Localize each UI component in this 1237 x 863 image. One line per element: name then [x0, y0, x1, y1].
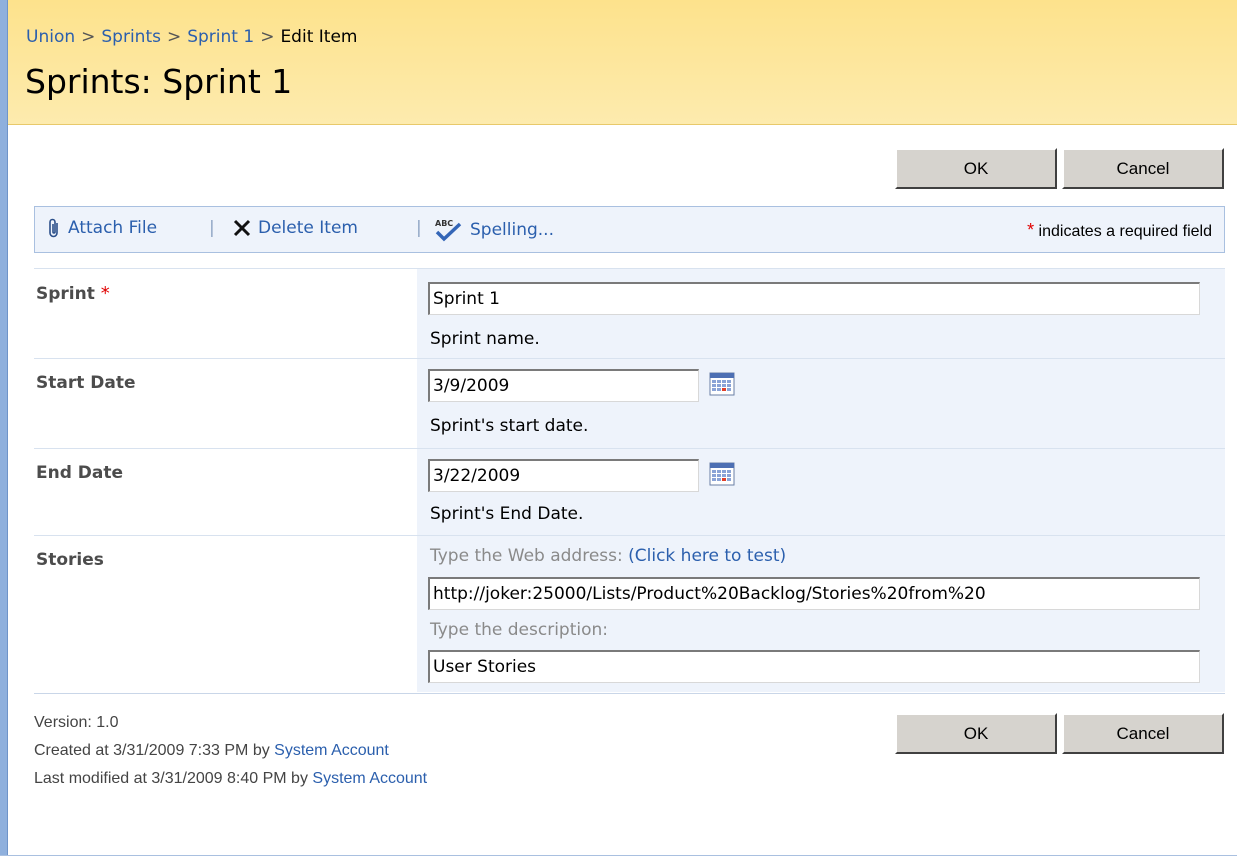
- sprint-label: Sprint: [36, 284, 95, 304]
- breadcrumb-link-sprints[interactable]: Sprints: [101, 27, 161, 47]
- breadcrumb-separator: >: [81, 27, 96, 47]
- label-cell: End Date: [34, 449, 417, 535]
- attach-file-label: Attach File: [68, 218, 158, 238]
- label-cell: Stories: [34, 536, 417, 692]
- end-date-help-text: Sprint's End Date.: [430, 504, 584, 524]
- label-cell: Start Date: [34, 359, 417, 448]
- field-label-sprint: Sprint *: [36, 283, 110, 304]
- calendar-icon[interactable]: [709, 371, 735, 397]
- footer-divider: [34, 693, 1225, 694]
- delete-item-button[interactable]: Delete Item: [233, 218, 358, 238]
- url-hint: Type the Web address: (Click here to tes…: [430, 546, 786, 566]
- breadcrumb-current: Edit Item: [280, 27, 358, 47]
- page-title: Sprints: Sprint 1: [25, 62, 293, 101]
- created-info: Created at 3/31/2009 7:33 PM by System A…: [34, 742, 389, 760]
- required-note-text: indicates a required field: [1034, 223, 1212, 240]
- start-date-input[interactable]: 3/9/2009: [428, 369, 699, 402]
- url-hint-text: Type the Web address:: [430, 546, 629, 566]
- label-cell: Sprint *: [34, 269, 417, 358]
- spelling-check-icon: ABC: [435, 219, 462, 242]
- stories-description-input[interactable]: User Stories: [428, 650, 1200, 683]
- form-row-end-date: End Date 3/22/2009 Sprint's End Date.: [34, 448, 1225, 535]
- created-text: Created at 3/31/2009 7:33 PM by: [34, 742, 275, 759]
- modified-info: Last modified at 3/31/2009 8:40 PM by Sy…: [34, 770, 427, 788]
- breadcrumb-separator: >: [166, 27, 182, 47]
- start-date-label: Start Date: [36, 373, 136, 393]
- modified-text: Last modified at 3/31/2009 8:40 PM by: [34, 770, 313, 787]
- form-row-stories: Stories Type the Web address: (Click her…: [34, 535, 1225, 692]
- spelling-label: Spelling...: [470, 220, 554, 240]
- test-url-link[interactable]: (Click here to test): [628, 546, 786, 566]
- form-toolbar: Attach File | Delete Item | ABC Spelling…: [34, 206, 1225, 253]
- sprint-help-text: Sprint name.: [430, 329, 540, 349]
- version-text: Version: 1.0: [34, 714, 119, 731]
- cancel-button-top[interactable]: Cancel: [1062, 148, 1224, 189]
- ok-button-top[interactable]: OK: [895, 148, 1057, 189]
- toolbar-separator: |: [209, 218, 215, 238]
- toolbar-separator: |: [416, 218, 422, 238]
- field-cell: 3/22/2009 Sprint's End Date.: [417, 449, 1225, 535]
- field-cell: Type the Web address: (Click here to tes…: [417, 536, 1225, 692]
- stories-label: Stories: [36, 550, 104, 570]
- required-star: *: [100, 283, 110, 304]
- cancel-button-bottom[interactable]: Cancel: [1062, 713, 1224, 754]
- description-hint: Type the description:: [430, 620, 609, 640]
- breadcrumb-separator: >: [260, 27, 275, 47]
- attach-file-button[interactable]: Attach File: [47, 218, 157, 238]
- created-by-link[interactable]: System Account: [274, 742, 389, 759]
- page-header: Union > Sprints > Sprint 1 > Edit Item Sprints…: [8, 0, 1237, 125]
- form-row-sprint: Sprint * Sprint 1 Sprint name.: [34, 268, 1225, 358]
- modified-by-link[interactable]: System Account: [312, 770, 427, 787]
- delete-x-icon: [233, 219, 251, 237]
- required-field-note: * indicates a required field: [1027, 220, 1212, 241]
- form-row-start-date: Start Date 3/9/2009 Sprint's start date.: [34, 358, 1225, 448]
- breadcrumb: Union > Sprints > Sprint 1 > Edit Item: [26, 27, 357, 47]
- sprint-name-input[interactable]: Sprint 1: [428, 282, 1200, 315]
- spelling-button[interactable]: ABC Spelling...: [433, 218, 554, 242]
- field-cell: 3/9/2009 Sprint's start date.: [417, 359, 1225, 448]
- start-date-help-text: Sprint's start date.: [430, 416, 589, 436]
- delete-item-label: Delete Item: [258, 218, 358, 238]
- end-date-label: End Date: [36, 463, 124, 483]
- left-frame-border: [0, 0, 8, 863]
- calendar-icon[interactable]: [709, 461, 735, 487]
- breadcrumb-link-union[interactable]: Union: [26, 27, 75, 47]
- stories-url-input[interactable]: http://joker:25000/Lists/Product%20Backl…: [428, 577, 1200, 610]
- paperclip-icon: [49, 218, 58, 238]
- breadcrumb-link-sprint-1[interactable]: Sprint 1: [187, 27, 254, 47]
- bottom-frame-border: [0, 855, 1237, 863]
- field-cell: Sprint 1 Sprint name.: [417, 269, 1225, 358]
- end-date-input[interactable]: 3/22/2009: [428, 459, 699, 492]
- ok-button-bottom[interactable]: OK: [895, 713, 1057, 754]
- svg-text:ABC: ABC: [435, 219, 453, 228]
